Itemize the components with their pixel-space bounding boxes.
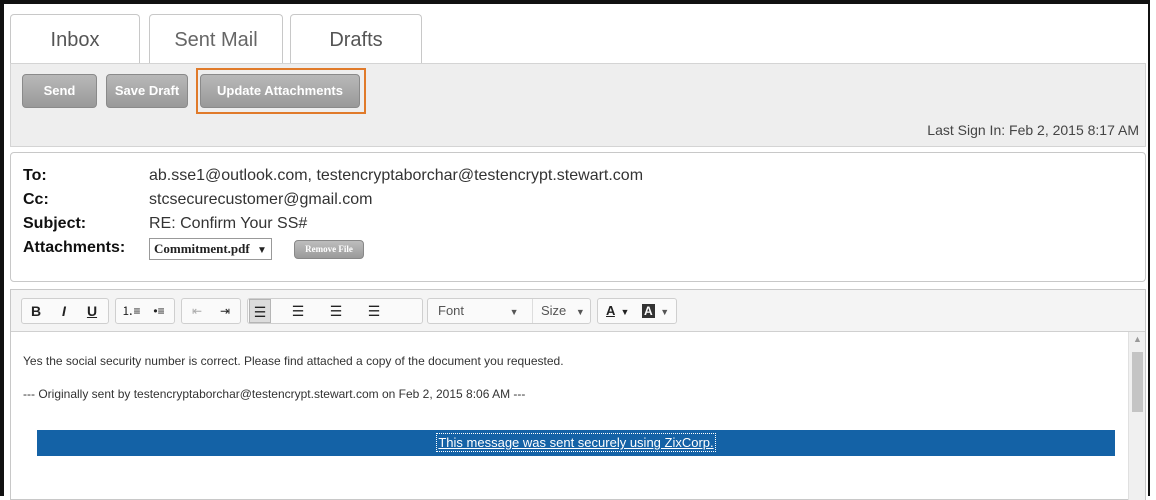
send-button[interactable]: Send xyxy=(22,74,97,108)
underline-button[interactable]: U xyxy=(81,299,103,323)
caret-down-icon: ▼ xyxy=(620,307,630,317)
size-dropdown[interactable]: Size ▼ xyxy=(532,299,585,323)
text-color-icon: A xyxy=(606,303,615,318)
scroll-up-icon[interactable]: ▲ xyxy=(1133,334,1142,344)
caret-down-icon: ▼ xyxy=(575,307,585,317)
tab-bar: Inbox Sent Mail Drafts xyxy=(10,14,1140,64)
caret-down-icon: ▼ xyxy=(660,307,670,317)
caret-down-icon: ▼ xyxy=(256,245,267,256)
editor-scrollbar[interactable]: ▲ xyxy=(1128,332,1145,500)
cc-label: Cc: xyxy=(23,191,49,208)
zix-banner: This message was sent securely using Zix… xyxy=(37,430,1115,456)
remove-file-button[interactable]: Remove File xyxy=(294,240,364,259)
message-editor: B I U ⒈≡ •≡ ⇤ ⇥ ☰ ☰ ☰ ☰ Font ▼ Size ▼ A … xyxy=(10,289,1146,500)
indent-group: ⇤ ⇥ xyxy=(181,298,241,324)
color-group: A ▼ A ▼ xyxy=(597,298,677,324)
body-line-1: Yes the social security number is correc… xyxy=(23,354,564,368)
to-field[interactable]: ab.sse1@outlook.com, testencryptaborchar… xyxy=(149,167,643,185)
italic-button[interactable]: I xyxy=(53,299,75,323)
justify-icon[interactable]: ☰ xyxy=(363,299,385,323)
update-attachments-button[interactable]: Update Attachments xyxy=(200,74,360,108)
attachments-label: Attachments: xyxy=(23,239,126,256)
zix-link[interactable]: This message was sent securely using Zix… xyxy=(436,433,716,452)
attachments-row: Attachments: Commitment.pdf ▼ Remove Fil… xyxy=(23,238,623,261)
last-sign-in: Last Sign In: Feb 2, 2015 8:17 AM xyxy=(927,122,1139,138)
font-size-group: Font ▼ Size ▼ xyxy=(427,298,591,324)
list-group: ⒈≡ •≡ xyxy=(115,298,175,324)
subject-label: Subject: xyxy=(23,215,87,232)
bg-color-icon: A xyxy=(642,304,655,318)
align-center-icon[interactable]: ☰ xyxy=(287,299,309,323)
align-group: ☰ ☰ ☰ ☰ xyxy=(247,298,423,324)
bg-color-button[interactable]: A ▼ xyxy=(642,299,669,323)
format-group: B I U xyxy=(21,298,109,324)
message-body[interactable]: Yes the social security number is correc… xyxy=(11,332,1129,500)
font-label: Font xyxy=(438,303,465,318)
font-dropdown[interactable]: Font ▼ xyxy=(438,299,519,323)
tab-inbox[interactable]: Inbox xyxy=(10,14,140,64)
indent-icon[interactable]: ⇥ xyxy=(214,299,236,323)
attachment-selected: Commitment.pdf xyxy=(154,241,250,256)
body-line-2: --- Originally sent by testencryptaborch… xyxy=(23,387,526,401)
attachment-select[interactable]: Commitment.pdf ▼ xyxy=(149,238,272,260)
ordered-list-icon[interactable]: ⒈≡ xyxy=(120,299,142,323)
bold-button[interactable]: B xyxy=(25,299,47,323)
subject-field[interactable]: RE: Confirm Your SS# xyxy=(149,215,307,233)
message-header: To: ab.sse1@outlook.com, testencryptabor… xyxy=(10,152,1146,282)
compose-toolbar: Send Save Draft Update Attachments Last … xyxy=(10,63,1146,147)
editor-toolbar: B I U ⒈≡ •≡ ⇤ ⇥ ☰ ☰ ☰ ☰ Font ▼ Size ▼ A … xyxy=(11,290,1145,332)
tab-drafts[interactable]: Drafts xyxy=(290,14,422,64)
outdent-icon[interactable]: ⇤ xyxy=(186,299,208,323)
save-draft-button[interactable]: Save Draft xyxy=(106,74,188,108)
unordered-list-icon[interactable]: •≡ xyxy=(148,299,170,323)
caret-down-icon: ▼ xyxy=(509,307,519,317)
cc-field[interactable]: stcsecurecustomer@gmail.com xyxy=(149,191,372,209)
scroll-thumb[interactable] xyxy=(1132,352,1143,412)
size-label: Size xyxy=(541,303,567,318)
tab-sent-mail[interactable]: Sent Mail xyxy=(149,14,283,64)
text-color-button[interactable]: A ▼ xyxy=(606,299,629,323)
to-label: To: xyxy=(23,167,47,184)
align-right-icon[interactable]: ☰ xyxy=(325,299,347,323)
align-left-icon[interactable]: ☰ xyxy=(249,299,271,323)
